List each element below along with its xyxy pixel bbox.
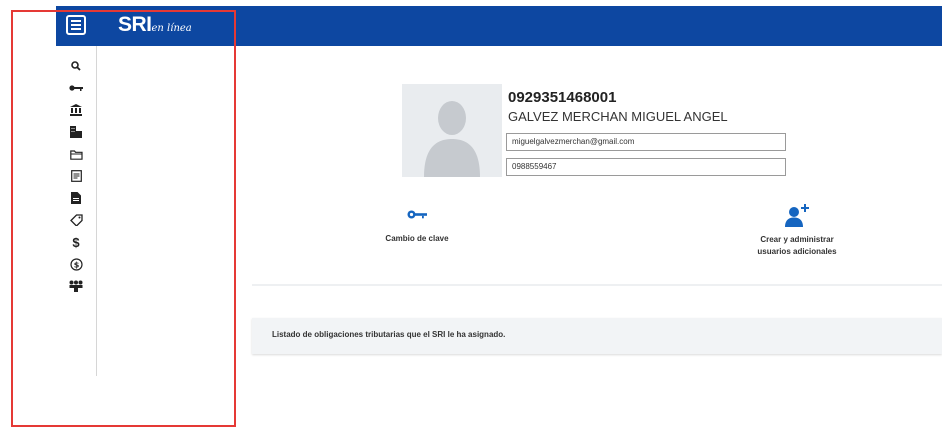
profile-name: GALVEZ MERCHAN MIGUEL ANGEL (508, 109, 728, 124)
document-list-icon[interactable] (56, 166, 96, 186)
logo-main-text: SRI (118, 13, 152, 36)
menu-bar (71, 24, 81, 26)
folder-icon[interactable] (56, 144, 96, 164)
sidebar: $ $ (56, 46, 97, 376)
group-icon[interactable] (56, 276, 96, 296)
section-divider (252, 284, 942, 286)
document-icon[interactable] (56, 188, 96, 208)
profile-id: 0929351468001 (508, 89, 617, 106)
menu-toggle-button[interactable] (66, 15, 86, 35)
avatar-silhouette-icon (424, 101, 480, 177)
add-user-icon (785, 204, 809, 227)
change-password-button[interactable]: Cambio de clave (372, 209, 462, 245)
phone-field[interactable]: 0988559467 (506, 158, 786, 176)
manage-users-label-2: usuarios adicionales (757, 247, 837, 256)
dollar-circle-icon[interactable]: $ (56, 254, 96, 274)
manage-users-label-1: Crear y administrar (760, 235, 834, 244)
bank-icon[interactable] (56, 100, 96, 120)
logo-script-text: en línea (151, 23, 192, 34)
menu-bar (71, 20, 81, 22)
profile-avatar (402, 84, 502, 177)
obligations-text: Listado de obligaciones tributarias que … (272, 330, 506, 339)
change-password-label: Cambio de clave (385, 234, 449, 243)
tag-icon[interactable] (56, 210, 96, 230)
key-icon (407, 210, 427, 219)
main-content: 0929351468001 GALVEZ MERCHAN MIGUEL ANGE… (252, 46, 942, 424)
svg-text:$: $ (73, 260, 79, 269)
search-icon[interactable] (56, 56, 96, 76)
building-icon[interactable] (56, 122, 96, 142)
annotation-highlight-box (11, 10, 236, 427)
obligations-panel[interactable]: Listado de obligaciones tributarias que … (252, 318, 942, 354)
dollar-icon[interactable]: $ (56, 232, 96, 252)
email-field[interactable]: miguelgalvezmerchan@gmail.com (506, 133, 786, 151)
menu-bar (71, 28, 81, 30)
top-header: SRIen línea (56, 6, 942, 46)
key-icon[interactable] (56, 78, 96, 98)
sri-logo[interactable]: SRIen línea (118, 13, 192, 37)
manage-users-button[interactable]: Crear y administrar usuarios adicionales (732, 204, 862, 258)
